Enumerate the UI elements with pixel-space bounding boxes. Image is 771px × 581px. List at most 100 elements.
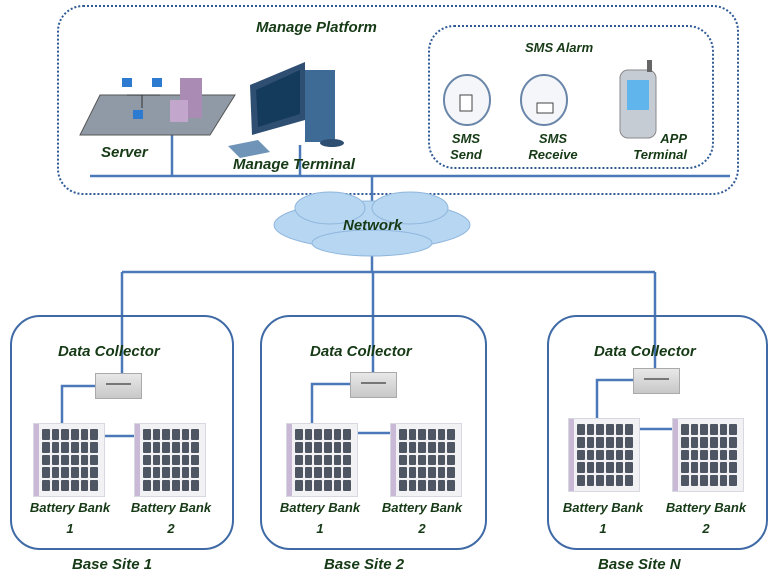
battery-cell [615, 436, 624, 448]
battery-cell [605, 424, 614, 435]
manage-terminal-icon [228, 62, 344, 158]
sms-receive-line1: SMS [538, 131, 568, 146]
mobile-phone-icon [619, 60, 657, 139]
battery-cell [729, 424, 737, 435]
battery-cell [143, 441, 151, 453]
battery-cell [729, 449, 737, 461]
battery-cell [427, 429, 436, 440]
battery-cell [162, 467, 170, 479]
battery-cell [333, 454, 342, 466]
battery-cell [191, 441, 199, 453]
battery-cell [709, 424, 718, 435]
site1-data-collector-device [95, 373, 142, 399]
battery-cell [343, 441, 351, 453]
battery-cell [437, 454, 446, 466]
app-line1: APP [660, 131, 687, 146]
battery-cell [90, 467, 98, 479]
bank-number: 1 [66, 521, 74, 536]
battery-cell [605, 475, 614, 486]
battery-cell [700, 424, 708, 435]
battery-cell [681, 449, 689, 461]
battery-cell [152, 441, 161, 453]
battery-cell [605, 436, 614, 448]
battery-cell [304, 454, 313, 466]
sms-send-line2: Send [450, 147, 482, 162]
site2-battery-bank-2 [390, 423, 462, 497]
siten-bank1-label: Battery Bank 1 [561, 500, 645, 536]
battery-cell [447, 454, 455, 466]
battery-cell [615, 424, 624, 435]
battery-cell [625, 475, 633, 486]
battery-cell [90, 480, 98, 491]
app-line2: Terminal [633, 147, 687, 162]
battery-cell [399, 441, 407, 453]
battery-cell [304, 429, 313, 440]
battery-cell [709, 449, 718, 461]
battery-cell [427, 467, 436, 479]
network-label: Network [343, 217, 403, 234]
battery-cell [295, 429, 303, 440]
battery-cell [314, 429, 322, 440]
battery-cell [61, 480, 69, 491]
battery-cell [586, 462, 595, 474]
battery-cell [51, 429, 60, 440]
battery-cell [437, 441, 446, 453]
battery-cell [700, 475, 708, 486]
battery-cell [295, 454, 303, 466]
sms-receive-line2: Receive [528, 147, 578, 162]
battery-cell [70, 480, 79, 491]
battery-cell [143, 429, 151, 440]
battery-cell [577, 475, 585, 486]
battery-cell [625, 462, 633, 474]
battery-cell [162, 480, 170, 491]
battery-cell [605, 462, 614, 474]
battery-cell [729, 475, 737, 486]
siten-battery-bank-2 [672, 418, 744, 492]
battery-cell [191, 429, 199, 440]
battery-cell [700, 449, 708, 461]
battery-cell [61, 441, 69, 453]
manage-platform-title: Manage Platform [256, 19, 377, 36]
battery-cell [80, 480, 89, 491]
battery-cell [333, 441, 342, 453]
battery-cell [343, 429, 351, 440]
battery-cell [90, 454, 98, 466]
battery-cell [42, 429, 50, 440]
battery-cell [42, 441, 50, 453]
battery-cell [681, 475, 689, 486]
battery-cell [709, 436, 718, 448]
battery-cell [181, 467, 190, 479]
battery-cell [437, 467, 446, 479]
battery-cell [577, 449, 585, 461]
battery-cell [143, 467, 151, 479]
battery-cell [162, 429, 170, 440]
battery-cell [437, 429, 446, 440]
battery-cell [447, 429, 455, 440]
battery-cell [625, 449, 633, 461]
battery-cell [314, 467, 322, 479]
battery-cell [418, 454, 426, 466]
battery-cell [143, 480, 151, 491]
battery-cell [418, 467, 426, 479]
battery-cell [152, 429, 161, 440]
battery-cell [51, 441, 60, 453]
battery-cell [61, 429, 69, 440]
battery-cell [181, 480, 190, 491]
battery-cell [437, 480, 446, 491]
battery-cell [314, 480, 322, 491]
battery-cell [343, 467, 351, 479]
battery-cell [408, 480, 417, 491]
bank-label: Battery Bank [279, 500, 361, 515]
battery-cell [399, 480, 407, 491]
battery-cell [333, 467, 342, 479]
battery-cell [681, 436, 689, 448]
battery-cell [719, 462, 728, 474]
system-diagram: Manage Platform SMS Alarm Server Manage … [0, 0, 771, 581]
battery-cell [625, 424, 633, 435]
battery-cell [51, 454, 60, 466]
battery-cell [295, 480, 303, 491]
site2-bank1-label: Battery Bank 1 [278, 500, 362, 536]
site2-name: Base Site 2 [324, 556, 405, 573]
battery-cell [295, 467, 303, 479]
battery-cell [323, 467, 332, 479]
